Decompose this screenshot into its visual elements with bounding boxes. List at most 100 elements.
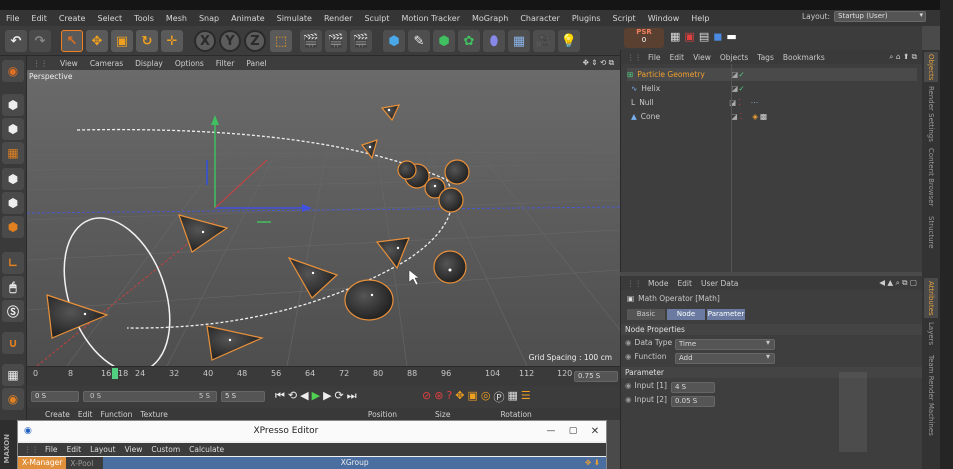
attr-menu-edit[interactable]: Edit: [677, 279, 692, 288]
tab-basic[interactable]: Basic: [627, 309, 665, 320]
redo-icon[interactable]: ↷: [29, 30, 51, 52]
vp-menu-view[interactable]: View: [54, 59, 84, 68]
side-tab-objects[interactable]: Objects: [924, 52, 938, 82]
material-tag-icon[interactable]: ◈: [752, 112, 758, 121]
vp-menu-cameras[interactable]: Cameras: [84, 59, 129, 68]
menu-edit[interactable]: Edit: [25, 14, 53, 23]
rotation-key-icon[interactable]: ◎: [481, 389, 491, 405]
live-selection-icon[interactable]: ↖: [61, 30, 83, 52]
magnet-icon[interactable]: ∪: [2, 332, 24, 354]
view-icon-5[interactable]: ▬: [726, 30, 736, 43]
menu-mesh[interactable]: Mesh: [160, 14, 193, 23]
menu-motion-tracker[interactable]: Motion Tracker: [395, 14, 466, 23]
menu-render[interactable]: Render: [318, 14, 358, 23]
z-axis-button[interactable]: Z: [244, 30, 266, 52]
vp-menu-panel[interactable]: Panel: [240, 59, 272, 68]
tab-node[interactable]: Node: [667, 309, 705, 320]
xp-menu-calculate[interactable]: Calculate: [189, 445, 224, 454]
lock-workplane-icon[interactable]: ▦: [2, 364, 24, 386]
vp-menu-options[interactable]: Options: [169, 59, 210, 68]
object-row-particle-geometry[interactable]: ⊞ Particle Geometry ◪ ✓: [627, 68, 917, 81]
function-dropdown[interactable]: Add: [675, 353, 775, 364]
rotate-icon[interactable]: ↻: [136, 30, 158, 52]
xp-menu-file[interactable]: File: [45, 445, 58, 454]
light-icon[interactable]: 💡: [558, 30, 580, 52]
vp-menu-filter[interactable]: Filter: [210, 59, 241, 68]
render-settings-icon[interactable]: 🎬: [350, 30, 372, 52]
radio-icon[interactable]: ◉: [625, 381, 632, 390]
texture-mode-icon[interactable]: ⬢: [2, 118, 24, 140]
make-editable-icon[interactable]: ◉: [2, 60, 24, 82]
menu-tools[interactable]: Tools: [128, 14, 160, 23]
view-icon-3[interactable]: ▤: [699, 30, 709, 43]
attr-menu-user-data[interactable]: User Data: [701, 279, 738, 288]
timeline-end-field[interactable]: 0.75 S: [574, 371, 618, 382]
prev-frame-icon[interactable]: ◀: [300, 389, 308, 403]
input1-field[interactable]: 4 S: [671, 382, 715, 393]
menu-window[interactable]: Window: [642, 14, 686, 23]
close-icon[interactable]: ✕: [584, 426, 606, 437]
start-time-field[interactable]: 0 S: [31, 391, 79, 402]
xp-menu-custom[interactable]: Custom: [151, 445, 180, 454]
mat-menu-function[interactable]: Function: [100, 410, 132, 419]
layer-icon[interactable]: ◪: [731, 84, 738, 93]
y-axis-button[interactable]: Y: [219, 30, 241, 52]
position-key-icon[interactable]: ✥: [455, 389, 464, 405]
pla-key-icon[interactable]: ▦: [508, 389, 518, 405]
menu-character[interactable]: Character: [514, 14, 566, 23]
radio-icon[interactable]: ◉: [625, 395, 632, 404]
edges-mode-icon[interactable]: ⬢: [2, 192, 24, 214]
side-tab-team-render[interactable]: Team Render Machines: [924, 350, 938, 440]
obj-menu-objects[interactable]: Objects: [720, 53, 748, 62]
menu-script[interactable]: Script: [606, 14, 641, 23]
prev-key-icon[interactable]: ⟲: [288, 389, 297, 403]
subdivision-icon[interactable]: ⬢: [433, 30, 455, 52]
render-picture-viewer-icon[interactable]: 🎬: [325, 30, 347, 52]
obj-menu-edit[interactable]: Edit: [670, 53, 685, 62]
array-icon[interactable]: ✿: [458, 30, 480, 52]
xp-menu-edit[interactable]: Edit: [67, 445, 82, 454]
mat-menu-edit[interactable]: Edit: [78, 410, 93, 419]
minimize-icon[interactable]: —: [540, 426, 562, 436]
menu-snap[interactable]: Snap: [193, 14, 225, 23]
obj-menu-view[interactable]: View: [693, 53, 711, 62]
maximize-icon[interactable]: ▢: [562, 426, 584, 436]
menu-help[interactable]: Help: [685, 14, 715, 23]
scale-icon[interactable]: ▣: [111, 30, 133, 52]
xp-menu-view[interactable]: View: [125, 445, 143, 454]
xp-menu-layout[interactable]: Layout: [90, 445, 116, 454]
view-icon-2[interactable]: ▣: [684, 30, 694, 43]
move-icon[interactable]: ✥: [86, 30, 108, 52]
data-type-dropdown[interactable]: Time: [675, 339, 775, 350]
next-key-icon[interactable]: ⟳: [335, 389, 344, 403]
deformer-icon[interactable]: ⬮: [483, 30, 505, 52]
menu-file[interactable]: File: [0, 14, 25, 23]
tab-parameter[interactable]: Parameter: [707, 309, 745, 320]
view-icon-4[interactable]: ◼: [713, 30, 722, 43]
xpresso-tag-icon[interactable]: ⋯: [751, 98, 759, 107]
menu-select[interactable]: Select: [91, 14, 128, 23]
attr-nav-icons[interactable]: ◀ ▲ ⌕ ⧉ ▢: [879, 278, 917, 288]
object-row-helix[interactable]: ∿ Helix ◪ ✓: [627, 82, 917, 95]
goto-start-icon[interactable]: ⏮: [275, 389, 285, 403]
camera-icon[interactable]: 🎥: [533, 30, 555, 52]
workplane-icon[interactable]: ▦: [2, 142, 24, 164]
layer-icon[interactable]: ◪: [731, 70, 738, 79]
mat-menu-create[interactable]: Create: [45, 410, 70, 419]
coordinate-system-icon[interactable]: ⬚: [270, 30, 292, 52]
enabled-check-icon[interactable]: ✓: [738, 70, 744, 79]
vp-nav-icons[interactable]: ✥ ⇕ ⟲ ⧉: [577, 58, 620, 68]
menu-simulate[interactable]: Simulate: [271, 14, 318, 23]
keyframe-selection-icon[interactable]: ?: [446, 389, 452, 405]
visibility-dot-icon[interactable]: ⁚: [738, 98, 740, 107]
layout-dropdown[interactable]: Startup (User): [834, 11, 926, 22]
render-view-icon[interactable]: 🎬: [300, 30, 322, 52]
texture-tag-icon[interactable]: ▩: [760, 112, 767, 121]
end-time-field[interactable]: 5 S: [221, 391, 265, 402]
spline-pen-icon[interactable]: ✎: [408, 30, 430, 52]
obj-menu-tags[interactable]: Tags: [757, 53, 774, 62]
viewport-perspective[interactable]: Perspective Grid Spacing : 100 cm: [27, 70, 620, 366]
radio-icon[interactable]: ◉: [625, 338, 632, 347]
play-icon[interactable]: ▶: [312, 389, 320, 403]
timeline-menu-icon[interactable]: ☰: [521, 389, 531, 405]
